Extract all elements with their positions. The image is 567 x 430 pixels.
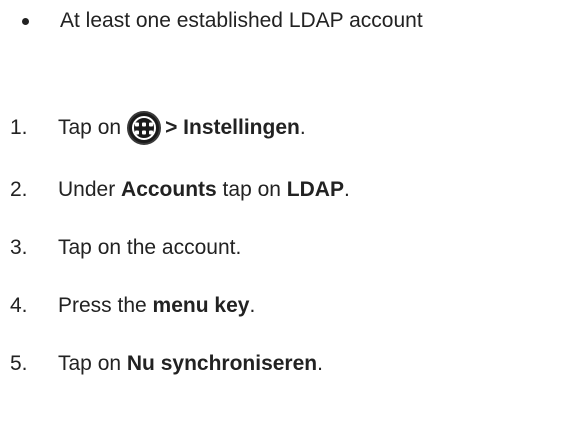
step-item: 3. Tap on the account. (0, 230, 567, 266)
step-item: 2. Under Accounts tap on LDAP . (0, 172, 567, 208)
step-suffix: . (299, 116, 306, 139)
step-suffix: . (317, 352, 323, 375)
step-prefix: Press the (58, 294, 153, 317)
step-number: 5. (10, 352, 28, 375)
step-text: Press the menu key . (58, 288, 255, 324)
step-middle: tap on (216, 178, 287, 201)
step-number: 1. (10, 116, 28, 139)
step-bold: Accounts (121, 178, 217, 201)
step-suffix: . (249, 294, 256, 317)
step-number: 2. (10, 178, 28, 201)
step-text: Tap on Nu synchroniseren . (58, 346, 323, 382)
step-item: 5. Tap on Nu synchroniseren . (0, 346, 567, 382)
step-prefix: Under (58, 178, 122, 201)
step-text: Tap on > Instellingen . (58, 110, 306, 146)
step-text: Under Accounts tap on LDAP . (58, 172, 350, 208)
step-item: 4. Press the menu key . (0, 288, 567, 324)
bullet-icon (22, 18, 29, 25)
step-item: 1. Tap on > Instellingen . (0, 110, 567, 146)
step-text: Tap on the account. (58, 236, 242, 259)
step-prefix: Tap on (58, 352, 127, 375)
step-bold: LDAP (286, 178, 344, 201)
step-number: 4. (10, 294, 28, 317)
requirement-text: At least one established LDAP account (60, 9, 423, 32)
step-bold: menu key (152, 294, 250, 317)
step-bold: > Instellingen (165, 116, 300, 139)
step-suffix: . (343, 178, 350, 201)
step-bold: Nu synchroniseren (126, 352, 318, 375)
step-number: 3. (10, 236, 28, 259)
step-prefix: Tap on (58, 116, 122, 139)
apps-grid-icon (127, 111, 162, 145)
